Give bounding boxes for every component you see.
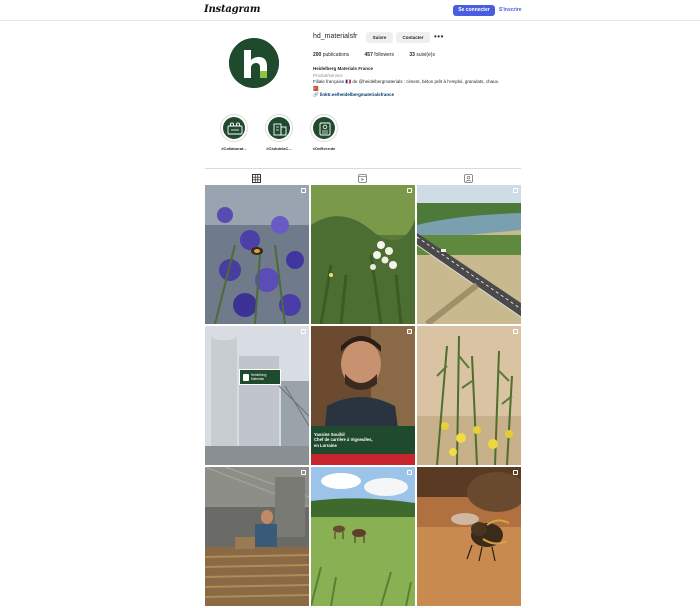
post-portrait-quarry-manager[interactable]: Yassine Souihil Chef de carrière à Vigne… (311, 326, 415, 465)
post-image (417, 326, 521, 465)
tagged-icon (464, 174, 473, 183)
carousel-icon (513, 470, 518, 475)
highlight-club[interactable]: #ClubdelaC... (262, 114, 296, 151)
highlight-onrecrute[interactable]: #OnRecrute (307, 114, 341, 151)
bio-link[interactable]: 🔗 linktr.ee/heidelbergmaterialsfrance (313, 92, 533, 99)
signup-link[interactable]: S'inscrire (499, 5, 522, 16)
more-options-icon[interactable]: ••• (434, 33, 444, 41)
tab-reels[interactable] (358, 174, 367, 183)
team-icon (227, 122, 243, 135)
follow-button[interactable]: Suivre (366, 32, 393, 43)
post-image (311, 467, 415, 606)
post-image (417, 185, 521, 324)
post-concrete-plant[interactable]: Heidelberg Materials (205, 326, 309, 465)
post-yellow-broom[interactable] (417, 326, 521, 465)
profile-bio: Heidelberg Materials France Produit/serv… (313, 66, 533, 99)
tab-tagged[interactable] (464, 174, 473, 183)
post-image (311, 185, 415, 324)
carousel-icon (513, 329, 518, 334)
post-caption: Yassine Souihil Chef de carrière à Vigne… (314, 431, 373, 448)
heidelberg-logo-icon (243, 374, 249, 381)
stat-publications: 200 publications (313, 52, 350, 58)
profile-avatar[interactable] (229, 38, 279, 88)
badge-icon (319, 122, 331, 136)
post-image (205, 467, 309, 606)
tab-posts[interactable] (252, 174, 261, 183)
carousel-icon (513, 188, 518, 193)
instagram-logo[interactable]: Instagram (204, 4, 260, 15)
carousel-icon (301, 329, 306, 334)
profile-stats: 200 publications 457 followers 33 suivi(… (313, 52, 449, 58)
reels-icon (358, 174, 367, 183)
post-image (417, 467, 521, 606)
post-lavender[interactable] (205, 185, 309, 324)
highlight-label: #OnRecrute (312, 146, 336, 151)
highlight-label: #Collaborat... (221, 146, 247, 151)
post-timber-workshop[interactable] (205, 467, 309, 606)
highlight-ring (265, 114, 293, 142)
post-image (205, 326, 309, 465)
reel-icon (407, 329, 412, 334)
heidelberg-logo-icon (229, 38, 279, 88)
carousel-icon (301, 470, 306, 475)
contact-button[interactable]: Contacter (396, 32, 430, 43)
building-icon (273, 123, 287, 136)
post-white-flowers[interactable] (311, 185, 415, 324)
profile-username: hd_materialsfr (313, 33, 358, 40)
company-sign: Heidelberg Materials (239, 369, 281, 385)
profile-tabs (205, 168, 521, 184)
post-bee-closeup[interactable] (417, 467, 521, 606)
carousel-icon (407, 188, 412, 193)
post-image (205, 185, 309, 324)
login-button[interactable]: Se connecter (453, 5, 495, 16)
stat-followers[interactable]: 457 followers (365, 52, 394, 58)
top-navigation-bar: Instagram Se connecter S'inscrire (0, 0, 700, 21)
highlight-label: #ClubdelaC... (266, 146, 292, 151)
carousel-icon (407, 470, 412, 475)
highlight-collaborateurs[interactable]: #Collaborat... (217, 114, 251, 151)
grid-icon (252, 174, 261, 183)
carousel-icon (301, 188, 306, 193)
highlight-ring (310, 114, 338, 142)
post-goats-field[interactable] (311, 467, 415, 606)
stat-following[interactable]: 33 suivi(e)s (409, 52, 435, 58)
post-highway-bridge[interactable] (417, 185, 521, 324)
sign-text: Heidelberg Materials (251, 373, 267, 381)
highlight-ring (220, 114, 248, 142)
